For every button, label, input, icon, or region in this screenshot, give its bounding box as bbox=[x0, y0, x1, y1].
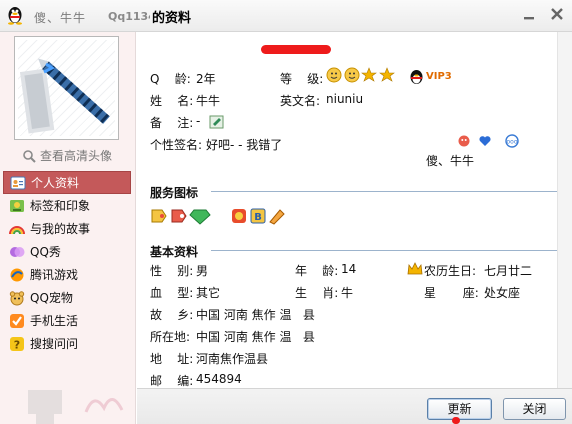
signature-label: 个性签名: bbox=[150, 138, 203, 152]
sidebar-item-label: 个人资料 bbox=[31, 176, 80, 190]
window-nickname: 傻、牛牛 bbox=[34, 11, 87, 25]
sidebar-item-qqshow[interactable]: QQ秀 bbox=[3, 240, 131, 263]
svg-text:?: ? bbox=[14, 338, 20, 351]
avatar-image bbox=[18, 40, 115, 136]
window-title: 的资料 bbox=[152, 11, 192, 26]
minimize-icon[interactable] bbox=[522, 8, 536, 22]
crown-icon bbox=[407, 262, 423, 275]
vip-penguin-icon bbox=[410, 70, 423, 84]
service-icons-row[interactable]: B bbox=[150, 206, 290, 226]
red-mark bbox=[452, 417, 460, 424]
rainbow-icon bbox=[9, 225, 25, 234]
sidebar-nav: 个人资料 标签和印象 与我的故事 QQ秀 腾讯游戏 QQ宠物 手机生活 ? 搜搜… bbox=[3, 171, 131, 355]
note-label: 备 注: bbox=[150, 116, 194, 130]
signature-value: 好吧- - 我错了 bbox=[206, 138, 283, 152]
sidebar-item-story[interactable]: 与我的故事 bbox=[3, 217, 131, 240]
location-value: 中国 河南 焦作 温 县 bbox=[196, 330, 315, 344]
decorative-figure-icon bbox=[28, 390, 124, 424]
hometown-value: 中国 河南 焦作 温 县 bbox=[196, 308, 315, 322]
address-label: 地 址: bbox=[150, 352, 194, 366]
sidebar-item-tags[interactable]: 标签和印象 bbox=[3, 194, 131, 217]
signature-author: 傻、牛牛 bbox=[426, 154, 475, 168]
close-icon[interactable] bbox=[549, 6, 565, 22]
profile-panel: Q 龄: 2年 等 级: VIP3 姓 名: 牛牛 英文名: niuniu 备 … bbox=[137, 32, 572, 388]
english-name-value: niuniu bbox=[326, 92, 364, 106]
name-label: 姓 名: bbox=[150, 94, 194, 108]
level-label: 等 级: bbox=[280, 72, 324, 86]
update-button[interactable]: 更新 bbox=[427, 398, 492, 420]
svg-text:ooo: ooo bbox=[506, 139, 517, 146]
sidebar-item-label: 与我的故事 bbox=[30, 222, 91, 236]
sidebar-item-games[interactable]: 腾讯游戏 bbox=[3, 263, 131, 286]
hometown-label: 故 乡: bbox=[150, 308, 194, 322]
constellation-value: 处女座 bbox=[484, 286, 521, 300]
edit-note-icon[interactable] bbox=[209, 115, 224, 129]
zodiac-label: 生 肖: bbox=[295, 286, 339, 300]
postcode-label: 邮 编: bbox=[150, 374, 194, 388]
pet-icon bbox=[9, 290, 25, 305]
close-button[interactable]: 关闭 bbox=[503, 398, 566, 420]
vip-badge: VIP3 bbox=[426, 71, 452, 82]
age-label: 年 龄: bbox=[295, 264, 339, 278]
sidebar: 查看高清头像 个人资料 标签和印象 与我的故事 QQ秀 腾讯游戏 QQ宠物 手机… bbox=[0, 32, 136, 424]
basic-info-title: 基本资料 bbox=[150, 245, 199, 259]
sidebar-item-label: 手机生活 bbox=[30, 314, 79, 328]
lunar-birthday-value: 七月廿二 bbox=[484, 264, 533, 278]
svg-text:B: B bbox=[254, 212, 262, 223]
blood-type-value: 其它 bbox=[196, 286, 221, 300]
level-icons bbox=[326, 67, 395, 83]
age-value: 14 bbox=[341, 262, 357, 276]
vertical-scrollbar[interactable] bbox=[557, 32, 572, 388]
redaction-mark bbox=[261, 45, 331, 54]
zodiac-value: 牛 bbox=[341, 286, 354, 300]
signature-action-icons[interactable]: ooo bbox=[458, 133, 528, 149]
name-value: 牛牛 bbox=[196, 94, 221, 108]
sidebar-item-label: 腾讯游戏 bbox=[30, 268, 79, 282]
sidebar-item-pet[interactable]: QQ宠物 bbox=[3, 286, 131, 309]
sidebar-item-soso[interactable]: ? 搜搜问问 bbox=[3, 332, 131, 355]
qq-penguin-icon bbox=[8, 7, 22, 25]
location-label: 所在地: bbox=[150, 330, 191, 344]
english-name-label: 英文名: bbox=[280, 94, 321, 108]
service-icons-title: 服务图标 bbox=[150, 186, 199, 200]
sidebar-item-mobile[interactable]: 手机生活 bbox=[3, 309, 131, 332]
window-qq-number: Qq11348 bbox=[108, 10, 150, 23]
constellation-label: 星 座: bbox=[424, 286, 479, 300]
view-hd-avatar-label: 查看高清头像 bbox=[40, 149, 113, 163]
profile-card-icon bbox=[10, 176, 26, 189]
gender-value: 男 bbox=[196, 264, 209, 278]
blood-type-label: 血 型: bbox=[150, 286, 194, 300]
avatar[interactable] bbox=[14, 36, 119, 140]
game-icon bbox=[10, 268, 24, 281]
checkmark-icon bbox=[10, 313, 24, 328]
qage-value: 2年 bbox=[196, 72, 216, 86]
qage-label: Q 龄: bbox=[150, 72, 191, 86]
sidebar-item-label: 搜搜问问 bbox=[30, 337, 79, 351]
lunar-birthday-label: 农历生日: bbox=[424, 264, 477, 278]
sidebar-item-label: 标签和印象 bbox=[30, 199, 91, 213]
sidebar-item-profile[interactable]: 个人资料 bbox=[3, 171, 131, 194]
magnifier-icon bbox=[23, 149, 36, 163]
qq-show-icon bbox=[10, 246, 25, 257]
gender-label: 性 别: bbox=[150, 264, 194, 278]
section-divider bbox=[211, 250, 557, 251]
sidebar-item-label: QQ宠物 bbox=[30, 291, 73, 305]
title-bar: 傻、牛牛 Qq11348 的资料 bbox=[0, 0, 572, 32]
address-value: 河南焦作温县 bbox=[196, 352, 269, 366]
view-hd-avatar-link[interactable]: 查看高清头像 bbox=[22, 147, 112, 164]
section-divider bbox=[211, 191, 557, 192]
note-value: - bbox=[196, 114, 201, 128]
question-icon: ? bbox=[10, 336, 24, 351]
postcode-value: 454894 bbox=[196, 372, 242, 386]
pencil-sketch-icon bbox=[19, 58, 110, 134]
tag-icon bbox=[10, 199, 24, 212]
sidebar-item-label: QQ秀 bbox=[30, 245, 61, 259]
